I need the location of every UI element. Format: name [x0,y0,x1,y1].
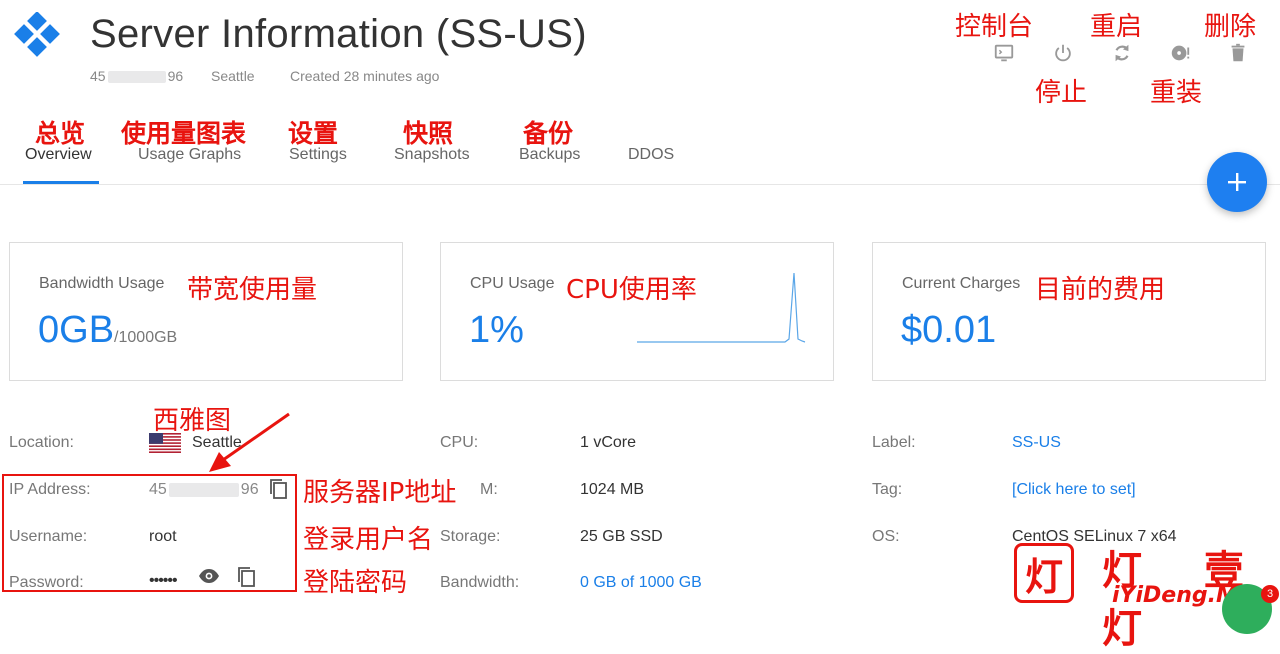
ip-address-label: IP Address: [9,481,91,498]
tab-backups[interactable]: Backups [519,146,580,164]
tab-snapshots[interactable]: Snapshots [394,146,470,164]
ram-label: M: [480,481,498,498]
username-label: Username: [9,528,88,545]
cpu-card-value: 1% [469,309,524,351]
cpu-label: CPU: [440,434,479,451]
page-title: Server Information (SS-US) [90,12,587,56]
cpu-card: CPU Usage 1% CPU使用率 [440,242,834,381]
annotation-reinstall: 重装 [1150,78,1203,108]
storage-value: 25 GB SSD [580,528,663,545]
plus-icon [1228,173,1246,191]
annotation-charges: 目前的费用 [1035,275,1166,305]
annotation-stop: 停止 [1035,78,1088,108]
console-icon[interactable] [988,37,1020,69]
cpu-value: 1 vCore [580,434,637,451]
password-label: Password: [9,574,84,591]
annotation-usage-graphs: 使用量图表 [121,119,247,148]
restart-icon[interactable] [1106,37,1138,69]
storage-label: Storage: [440,528,501,545]
server-ip-masked: 45 96 [90,68,184,84]
charges-card-label: Current Charges [902,275,1021,292]
os-label: OS: [872,528,900,545]
tab-overview[interactable]: Overview [25,146,92,164]
cpu-card-label: CPU Usage [470,275,555,292]
server-label-label: Label: [872,434,916,451]
server-created: Created 28 minutes ago [290,68,440,84]
location-value: Seattle [192,434,242,451]
annotation-backups: 备份 [523,119,574,148]
show-password-eye-icon[interactable] [198,567,220,590]
us-flag-icon [149,433,181,458]
bandwidth-card-value: 0GB/1000GB [38,309,178,351]
watermark-logo: 灯 [1014,543,1074,603]
annotation-ip: 服务器IP地址 [303,478,457,508]
bandwidth-value[interactable]: 0 GB of 1000 GB [580,574,702,592]
charges-card-value: $0.01 [901,309,997,351]
annotation-username: 登录用户名 [303,525,434,555]
trash-icon[interactable] [1222,37,1254,69]
copy-password-icon[interactable] [236,566,256,593]
bandwidth-card-label: Bandwidth Usage [39,275,165,292]
ram-value: 1024 MB [580,481,645,498]
password-value: •••••• [149,572,178,589]
cpu-sparkline [637,272,806,343]
annotation-bandwidth: 带宽使用量 [187,275,318,305]
tag-label: Tag: [872,481,903,498]
copy-ip-icon[interactable] [268,478,288,505]
annotation-password: 登陆密码 [303,568,408,598]
charges-card: Current Charges $0.01 目前的费用 [872,242,1266,381]
annotation-settings: 设置 [288,119,339,148]
vultr-logo [10,11,64,66]
tab-settings[interactable]: Settings [289,146,347,164]
server-label-value[interactable]: SS-US [1012,434,1061,452]
tag-set-link[interactable]: [Click here to set] [1012,481,1136,499]
chat-notification-badge: 3 [1261,585,1279,603]
ip-address-value: 45 96 [149,481,259,498]
tabs-divider [0,184,1280,185]
tab-ddos[interactable]: DDOS [628,146,674,164]
annotation-snapshots: 快照 [403,119,454,148]
power-icon[interactable] [1047,37,1079,69]
location-label: Location: [9,434,74,451]
username-value: root [149,528,177,545]
server-location: Seattle [211,68,255,84]
bandwidth-card: Bandwidth Usage 0GB/1000GB 带宽使用量 [9,242,403,381]
tab-usage-graphs[interactable]: Usage Graphs [138,146,241,164]
reinstall-disc-icon[interactable] [1164,37,1196,69]
annotation-overview: 总览 [35,119,86,148]
add-button[interactable] [1207,152,1267,212]
bandwidth-label: Bandwidth: [440,574,520,591]
